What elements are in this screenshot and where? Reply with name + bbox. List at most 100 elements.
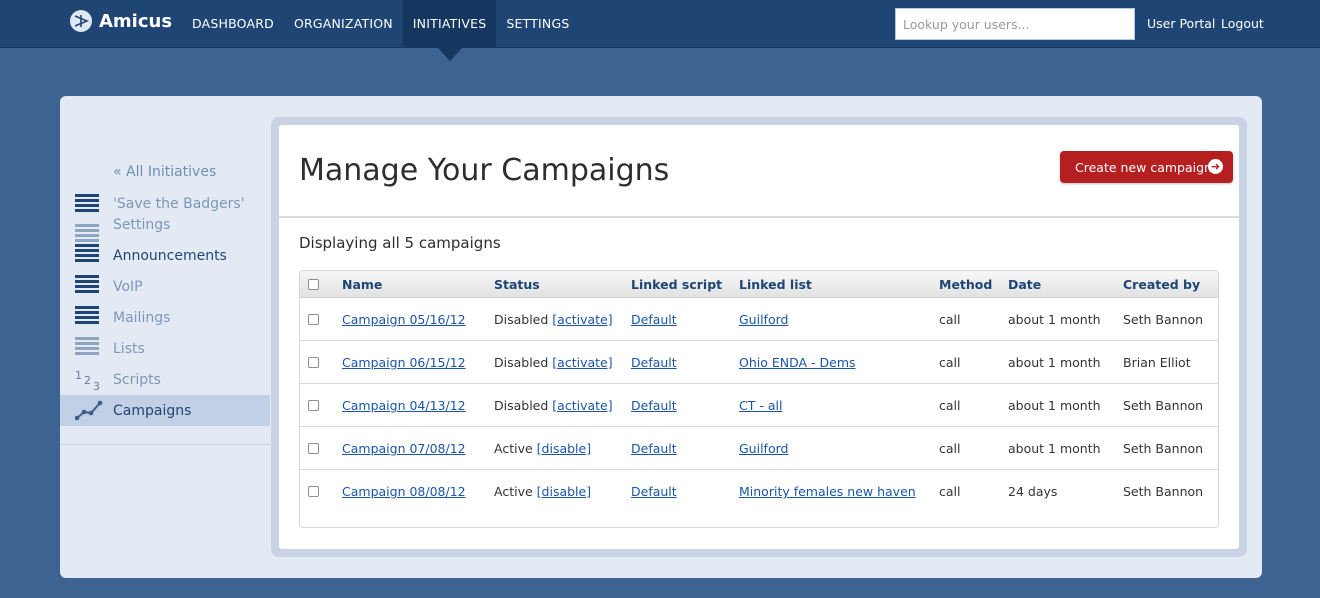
column-header-created-by[interactable]: Created by — [1123, 277, 1200, 292]
linked-list-link[interactable]: Ohio ENDA - Dems — [739, 355, 856, 370]
top-navbar: Amicus DASHBOARD ORGANIZATION INITIATIVE… — [0, 0, 1320, 61]
created-by-cell: Seth Bannon — [1123, 398, 1204, 413]
create-campaign-button[interactable]: Create new campaign ➜ — [1060, 151, 1233, 183]
campaign-name-link[interactable]: Campaign 05/16/12 — [342, 312, 466, 327]
column-header-linked-list[interactable]: Linked list — [739, 277, 812, 292]
amicus-logo-icon — [70, 10, 92, 32]
method-cell: call — [939, 398, 961, 413]
campaign-name-link[interactable]: Campaign 04/13/12 — [342, 398, 466, 413]
sidebar-item-mailings[interactable]: Mailings — [60, 302, 270, 333]
method-cell: call — [939, 355, 961, 370]
svg-text:3: 3 — [93, 380, 100, 392]
campaign-name-link[interactable]: Campaign 07/08/12 — [342, 441, 466, 456]
method-cell: call — [939, 441, 961, 456]
svg-text:1: 1 — [75, 369, 82, 382]
arrow-right-icon: ➜ — [1208, 159, 1223, 174]
toggle-status-link[interactable]: [activate] — [552, 355, 612, 370]
toggle-status-link[interactable]: [disable] — [537, 441, 591, 456]
table-row: Campaign 04/13/12 Disabled [activate] De… — [300, 384, 1218, 427]
sidebar-item-lists[interactable]: Lists — [60, 333, 270, 364]
date-cell: about 1 month — [1008, 355, 1101, 370]
linked-script-link[interactable]: Default — [631, 484, 677, 499]
nav-initiatives[interactable]: INITIATIVES — [402, 0, 497, 61]
list-icon — [75, 306, 99, 328]
sidebar-divider — [60, 444, 270, 445]
row-checkbox[interactable] — [308, 357, 319, 368]
status-text: Active — [494, 441, 533, 456]
created-by-cell: Seth Bannon — [1123, 312, 1204, 327]
linked-script-link[interactable]: Default — [631, 398, 677, 413]
list-icon — [75, 275, 99, 297]
list-icon — [75, 244, 99, 266]
table-row: Campaign 06/15/12 Disabled [activate] De… — [300, 341, 1218, 384]
row-checkbox[interactable] — [308, 400, 319, 411]
sidebar-item-label: Campaigns — [113, 402, 192, 419]
main-nav: DASHBOARD ORGANIZATION INITIATIVES SETTI… — [182, 0, 580, 61]
date-cell: 24 days — [1008, 484, 1058, 499]
linked-script-link[interactable]: Default — [631, 312, 677, 327]
table-row: Campaign 08/08/12 Active [disable] Defau… — [300, 470, 1218, 513]
linked-list-link[interactable]: Guilford — [739, 441, 788, 456]
sidebar-item-label: Mailings — [113, 309, 171, 326]
linked-script-link[interactable]: Default — [631, 441, 677, 456]
title-divider — [279, 216, 1239, 218]
linked-list-link[interactable]: Guilford — [739, 312, 788, 327]
user-lookup-input[interactable] — [895, 8, 1135, 40]
row-checkbox[interactable] — [308, 486, 319, 497]
sidebar-item-campaigns[interactable]: Campaigns — [60, 395, 270, 426]
column-header-method[interactable]: Method — [939, 277, 992, 292]
row-checkbox[interactable] — [308, 443, 319, 454]
page-title: Manage Your Campaigns — [299, 153, 670, 188]
create-campaign-label: Create new campaign — [1075, 159, 1212, 175]
all-initiatives-link[interactable]: « All Initiatives — [113, 164, 216, 180]
method-cell: call — [939, 312, 961, 327]
sidebar-item-label: Lists — [113, 340, 145, 357]
status-text: Disabled — [494, 355, 549, 370]
table-row: Campaign 05/16/12 Disabled [activate] De… — [300, 298, 1218, 341]
user-portal-link[interactable]: User Portal — [1147, 16, 1215, 31]
nav-organization[interactable]: ORGANIZATION — [284, 0, 403, 48]
column-header-status[interactable]: Status — [494, 277, 540, 292]
status-text: Active — [494, 484, 533, 499]
column-header-date[interactable]: Date — [1008, 277, 1041, 292]
date-cell: about 1 month — [1008, 312, 1101, 327]
logout-link[interactable]: Logout — [1221, 16, 1264, 31]
nav-settings[interactable]: SETTINGS — [496, 0, 579, 48]
sidebar-item-voip[interactable]: VoIP — [60, 271, 270, 302]
list-icon — [75, 194, 99, 216]
sidebar-item-label: Announcements — [113, 247, 227, 264]
method-cell: call — [939, 484, 961, 499]
sidebar-item-scripts[interactable]: 123 Scripts — [60, 364, 270, 395]
sidebar-item-announcements[interactable]: Announcements — [60, 240, 270, 271]
toggle-status-link[interactable]: [disable] — [537, 484, 591, 499]
created-by-cell: Brian Elliot — [1123, 355, 1191, 370]
column-header-linked-script[interactable]: Linked script — [631, 277, 722, 292]
status-text: Disabled — [494, 398, 549, 413]
row-checkbox[interactable] — [308, 314, 319, 325]
nav-dashboard[interactable]: DASHBOARD — [182, 0, 284, 48]
list-icon — [75, 337, 99, 359]
line-chart-icon — [74, 399, 103, 421]
campaign-name-link[interactable]: Campaign 06/15/12 — [342, 355, 466, 370]
status-text: Disabled — [494, 312, 549, 327]
campaigns-table: Name Status Linked script Linked list Me… — [299, 270, 1219, 528]
toggle-status-link[interactable]: [activate] — [552, 312, 612, 327]
select-all-checkbox[interactable] — [308, 279, 319, 290]
table-header: Name Status Linked script Linked list Me… — [300, 271, 1218, 298]
campaigns-card: Manage Your Campaigns Create new campaig… — [279, 125, 1239, 549]
column-header-name[interactable]: Name — [342, 277, 382, 292]
campaign-count-summary: Displaying all 5 campaigns — [299, 234, 501, 252]
linked-script-link[interactable]: Default — [631, 355, 677, 370]
created-by-cell: Seth Bannon — [1123, 484, 1204, 499]
app-name: Amicus — [99, 10, 173, 32]
sidebar-settings-icon-row — [60, 222, 270, 242]
toggle-status-link[interactable]: [activate] — [552, 398, 612, 413]
linked-list-link[interactable]: Minority females new haven — [739, 484, 916, 499]
campaign-name-link[interactable]: Campaign 08/08/12 — [342, 484, 466, 499]
svg-text:2: 2 — [84, 374, 91, 387]
created-by-cell: Seth Bannon — [1123, 441, 1204, 456]
date-cell: about 1 month — [1008, 398, 1101, 413]
app-logo[interactable]: Amicus — [70, 10, 172, 32]
linked-list-link[interactable]: CT - all — [739, 398, 782, 413]
numbers-icon: 123 — [75, 368, 100, 393]
